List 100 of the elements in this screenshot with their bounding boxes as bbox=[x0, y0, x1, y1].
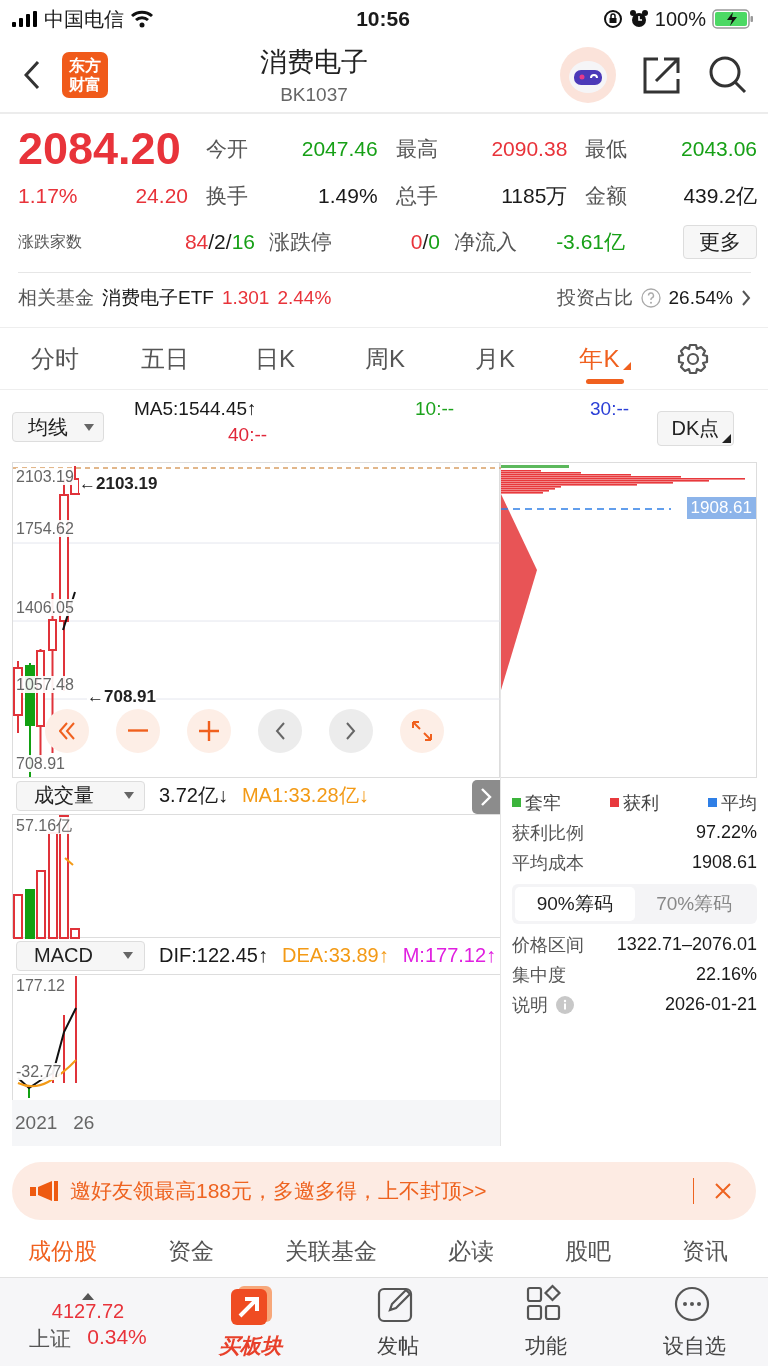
nav-item[interactable]: 发帖 bbox=[324, 1283, 472, 1362]
app-logo: 东方 财富 bbox=[62, 52, 108, 99]
stat-label: 总手 bbox=[395, 183, 438, 210]
up-triangle-icon bbox=[82, 1293, 94, 1301]
stat-value: 1185万 bbox=[501, 183, 568, 210]
fund-name[interactable]: 消费电子ETF bbox=[102, 284, 214, 311]
more-button[interactable]: 更多 bbox=[683, 225, 757, 260]
content-tab[interactable]: 资讯 bbox=[682, 1236, 728, 1267]
nav-item[interactable]: 买板块 bbox=[176, 1283, 324, 1362]
nav-item[interactable]: 设自选 bbox=[620, 1283, 768, 1362]
fund-label: 相关基金 bbox=[18, 285, 94, 310]
stat-value: 2090.38 bbox=[491, 137, 568, 162]
stat-value: 439.2亿 bbox=[683, 183, 757, 210]
axis-label: 1057.48 bbox=[16, 675, 74, 693]
content-tab[interactable]: 必读 bbox=[448, 1236, 494, 1267]
fund-change: 2.44% bbox=[277, 286, 332, 309]
stat-value: 0/0 bbox=[410, 230, 440, 255]
indicator-dropdown[interactable]: 成交量 bbox=[16, 780, 145, 811]
index-value[interactable]: 4127.72 bbox=[51, 1300, 125, 1324]
period-tab[interactable]: 日K bbox=[220, 327, 330, 390]
content-tab[interactable]: 资金 bbox=[168, 1236, 214, 1267]
robot-avatar-icon[interactable] bbox=[560, 47, 616, 104]
axis-label: -32.77 bbox=[16, 1062, 62, 1080]
expand-icon bbox=[412, 720, 432, 741]
zoom-in-icon bbox=[199, 720, 219, 741]
close-button[interactable] bbox=[714, 1181, 732, 1200]
alarm-icon bbox=[628, 9, 649, 30]
battery-icon bbox=[712, 9, 754, 30]
legend-label: 获利 bbox=[623, 791, 659, 815]
carrier-name: 中国电信 bbox=[44, 6, 124, 32]
moving-average-line bbox=[64, 856, 74, 866]
period-tab[interactable]: 月K bbox=[440, 327, 550, 390]
stat-label: 换手 bbox=[206, 183, 248, 210]
date-label: 26 bbox=[73, 1111, 95, 1134]
promo-text: 邀好友领最高188元，多邀多得，上不封顶>> bbox=[70, 1177, 488, 1204]
chart-control-button[interactable] bbox=[400, 708, 444, 753]
info-label: 集中度 bbox=[512, 963, 566, 987]
help-icon[interactable] bbox=[640, 287, 661, 308]
clock-time: 10:56 bbox=[356, 7, 410, 32]
macd-value: DEA:33.89↑ bbox=[281, 944, 389, 968]
stat-value: 84/2/16 bbox=[184, 230, 255, 255]
period-tab[interactable]: 周K bbox=[330, 327, 440, 390]
average-cost-label: 1908.61 bbox=[686, 496, 756, 519]
stat-label: 最低 bbox=[585, 136, 628, 163]
volume-ma: MA1:33.28亿↓ bbox=[241, 783, 369, 809]
content-tab[interactable]: 关联基金 bbox=[285, 1236, 377, 1267]
stat-value: -3.61亿 bbox=[556, 229, 625, 256]
chevron-right-icon[interactable] bbox=[741, 288, 751, 307]
indicator-dropdown[interactable]: MACD bbox=[16, 940, 145, 971]
chevron-right-icon bbox=[346, 721, 356, 740]
search-icon[interactable] bbox=[708, 55, 748, 96]
rewind-icon bbox=[59, 721, 75, 740]
index-change: 0.34% bbox=[87, 1325, 147, 1351]
axis-label: 177.12 bbox=[16, 976, 65, 994]
dk-point-button[interactable]: DK点 bbox=[657, 411, 734, 447]
stat-value: 1.49% bbox=[318, 184, 378, 209]
settings-icon[interactable] bbox=[676, 341, 710, 376]
dropdown-arrow-icon bbox=[123, 792, 134, 800]
axis-label: 1754.62 bbox=[16, 519, 74, 537]
index-name: 上证 bbox=[29, 1326, 72, 1353]
chart-control-button[interactable] bbox=[116, 708, 160, 753]
axis-label: 708.91 bbox=[16, 754, 65, 772]
rotation-lock-icon bbox=[602, 9, 623, 30]
ratio-value: 26.54% bbox=[668, 286, 733, 309]
indicator-value: MA5:1544.45↑ bbox=[134, 398, 258, 421]
stat-value: 2043.06 bbox=[681, 137, 757, 162]
wifi-icon bbox=[130, 10, 154, 29]
volume-bar bbox=[36, 869, 46, 939]
indicator-dropdown[interactable]: 均线 bbox=[12, 412, 104, 443]
change-amount: 24.20 bbox=[135, 184, 188, 209]
content-tab[interactable]: 股吧 bbox=[565, 1236, 611, 1267]
segment-tab[interactable]: 90%筹码 bbox=[515, 886, 635, 921]
info-value: 2026-01-21 bbox=[664, 994, 757, 1016]
chart-control-button[interactable] bbox=[187, 708, 231, 753]
zoom-out-icon bbox=[128, 729, 148, 733]
chart-control-button[interactable] bbox=[45, 708, 89, 753]
sector-code: BK1037 bbox=[280, 84, 348, 107]
info-label: 平均成本 bbox=[512, 851, 584, 875]
page-title: 消费电子 bbox=[260, 46, 368, 80]
nav-item[interactable]: 功能 bbox=[472, 1283, 620, 1362]
share-icon[interactable] bbox=[642, 55, 682, 96]
indicator-value: 30:-- bbox=[590, 398, 631, 421]
close-icon bbox=[714, 1181, 732, 1200]
info-label: 说明 bbox=[512, 993, 548, 1017]
dea-line bbox=[17, 1058, 77, 1088]
axis-label: 2103.19 bbox=[16, 467, 74, 485]
info-value: 97.22% bbox=[695, 822, 757, 844]
panel-toggle-button[interactable] bbox=[472, 779, 500, 814]
period-tab[interactable]: 五日 bbox=[110, 327, 220, 390]
chevron-left-icon bbox=[275, 721, 285, 740]
corner-triangle-icon bbox=[722, 434, 731, 444]
period-tab[interactable]: 分时 bbox=[0, 327, 110, 390]
info-label: 价格区间 bbox=[512, 933, 584, 957]
info-value: 1908.61 bbox=[691, 852, 757, 874]
macd-value: DIF:122.45↑ bbox=[159, 944, 268, 968]
volume-value: 3.72亿↓ bbox=[159, 783, 228, 809]
stat-value: 2047.46 bbox=[301, 137, 378, 162]
ratio-label: 投资占比 bbox=[556, 285, 633, 310]
info-value: 22.16% bbox=[695, 964, 757, 986]
info-icon[interactable] bbox=[556, 995, 574, 1014]
